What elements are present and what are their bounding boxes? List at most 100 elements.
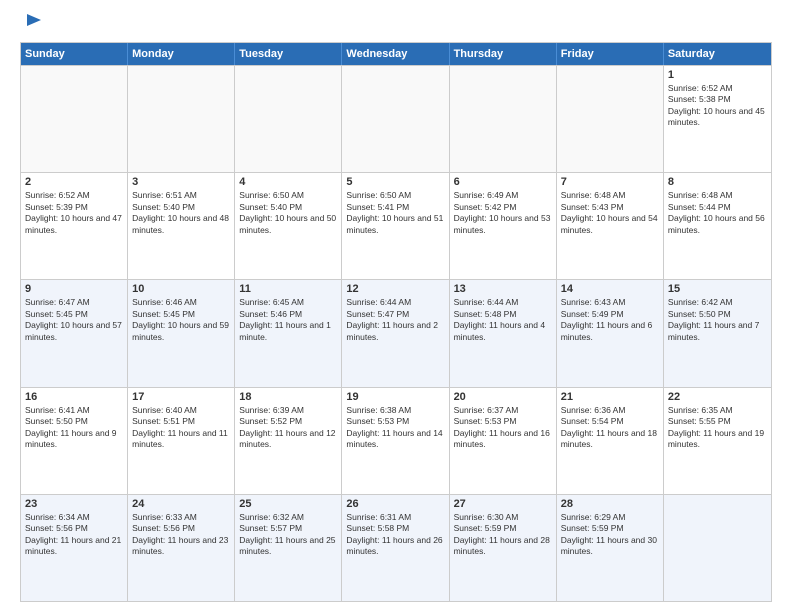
calendar-cell-r5-c3: 25Sunrise: 6:32 AM Sunset: 5:57 PM Dayli… xyxy=(235,495,342,601)
day-info: Sunrise: 6:49 AM Sunset: 5:42 PM Dayligh… xyxy=(454,190,552,236)
day-info: Sunrise: 6:40 AM Sunset: 5:51 PM Dayligh… xyxy=(132,405,230,451)
day-number: 21 xyxy=(561,391,659,403)
calendar-cell-r5-c2: 24 Sunrise: 6:33 AM Sunset: 5:56 PM Dayli… xyxy=(128,495,235,601)
calendar-cell-r4-c3: 18 Sunrise: 6:39 AM Sunset: 5:52 PM Dayli… xyxy=(235,388,342,494)
day-number: 5 xyxy=(346,176,444,188)
day-number: 26 xyxy=(346,498,444,510)
calendar: Sunday Monday Tuesday Wednesday Thursday… xyxy=(20,42,772,602)
day-number: 8 xyxy=(668,176,767,188)
day-number: 18 xyxy=(239,391,337,403)
day-number: 1 xyxy=(668,69,767,81)
day-info: Sunrise: 6:41 AM Sunset: 5:50 PM Dayligh… xyxy=(25,405,123,451)
header-friday: Friday xyxy=(557,43,664,65)
header-tuesday: Tuesday xyxy=(235,43,342,65)
day-number: 2 xyxy=(25,176,123,188)
day-info: Sunrise: 6:35 AM Sunset: 5:55 PM Dayligh… xyxy=(668,405,767,451)
day-number: 23 xyxy=(25,498,123,510)
header-monday: Monday xyxy=(128,43,235,65)
page: Sunday Monday Tuesday Wednesday Thursday… xyxy=(0,0,792,612)
day-number: 16 xyxy=(25,391,123,403)
calendar-cell-r1-c4 xyxy=(342,66,449,172)
calendar-row-4: 16 Sunrise: 6:41 AM Sunset: 5:50 PM Dayli… xyxy=(21,387,771,494)
day-number: 20 xyxy=(454,391,552,403)
day-info: Sunrise: 6:44 AM Sunset: 5:48 PM Dayligh… xyxy=(454,297,552,343)
day-number: 4 xyxy=(239,176,337,188)
day-info: Sunrise: 6:32 AM Sunset: 5:57 PM Dayligh… xyxy=(239,512,337,558)
calendar-cell-r1-c5 xyxy=(450,66,557,172)
calendar-cell-r1-c6 xyxy=(557,66,664,172)
calendar-row-2: 2 Sunrise: 6:52 AM Sunset: 5:39 PM Daylig… xyxy=(21,172,771,279)
calendar-cell-r2-c2: 3 Sunrise: 6:51 AM Sunset: 5:40 PM Daylig… xyxy=(128,173,235,279)
day-info: Sunrise: 6:46 AM Sunset: 5:45 PM Dayligh… xyxy=(132,297,230,343)
calendar-row-5: 23 Sunrise: 6:34 AM Sunset: 5:56 PM Dayli… xyxy=(21,494,771,601)
calendar-cell-r3-c6: 14 Sunrise: 6:43 AM Sunset: 5:49 PM Dayli… xyxy=(557,280,664,386)
calendar-cell-r4-c7: 22 Sunrise: 6:35 AM Sunset: 5:55 PM Dayli… xyxy=(664,388,771,494)
calendar-cell-r3-c1: 9 Sunrise: 6:47 AM Sunset: 5:45 PM Daylig… xyxy=(21,280,128,386)
day-number: 14 xyxy=(561,283,659,295)
day-info: Sunrise: 6:31 AM Sunset: 5:58 PM Dayligh… xyxy=(346,512,444,558)
day-info: Sunrise: 6:47 AM Sunset: 5:45 PM Dayligh… xyxy=(25,297,123,343)
calendar-cell-r5-c7 xyxy=(664,495,771,601)
day-info: Sunrise: 6:48 AM Sunset: 5:44 PM Dayligh… xyxy=(668,190,767,236)
calendar-body: 1 Sunrise: 6:52 AM Sunset: 5:38 PM Daylig… xyxy=(21,65,771,601)
day-info: Sunrise: 6:44 AM Sunset: 5:47 PM Dayligh… xyxy=(346,297,444,343)
day-number: 12 xyxy=(346,283,444,295)
day-number: 9 xyxy=(25,283,123,295)
day-number: 15 xyxy=(668,283,767,295)
calendar-header: Sunday Monday Tuesday Wednesday Thursday… xyxy=(21,43,771,65)
calendar-cell-r5-c5: 27 Sunrise: 6:30 AM Sunset: 5:59 PM Dayli… xyxy=(450,495,557,601)
calendar-cell-r4-c4: 19 Sunrise: 6:38 AM Sunset: 5:53 PM Dayli… xyxy=(342,388,449,494)
day-number: 17 xyxy=(132,391,230,403)
calendar-cell-r5-c1: 23 Sunrise: 6:34 AM Sunset: 5:56 PM Dayli… xyxy=(21,495,128,601)
calendar-cell-r4-c6: 21Sunrise: 6:36 AM Sunset: 5:54 PM Dayli… xyxy=(557,388,664,494)
day-info: Sunrise: 6:52 AM Sunset: 5:39 PM Dayligh… xyxy=(25,190,123,236)
day-number: 22 xyxy=(668,391,767,403)
day-info: Sunrise: 6:37 AM Sunset: 5:53 PM Dayligh… xyxy=(454,405,552,451)
calendar-cell-r3-c4: 12 Sunrise: 6:44 AM Sunset: 5:47 PM Dayli… xyxy=(342,280,449,386)
day-number: 19 xyxy=(346,391,444,403)
day-info: Sunrise: 6:42 AM Sunset: 5:50 PM Dayligh… xyxy=(668,297,767,343)
day-info: Sunrise: 6:34 AM Sunset: 5:56 PM Dayligh… xyxy=(25,512,123,558)
day-number: 7 xyxy=(561,176,659,188)
day-info: Sunrise: 6:52 AM Sunset: 5:38 PM Dayligh… xyxy=(668,83,767,129)
calendar-cell-r3-c5: 13 Sunrise: 6:44 AM Sunset: 5:48 PM Dayli… xyxy=(450,280,557,386)
calendar-cell-r4-c1: 16 Sunrise: 6:41 AM Sunset: 5:50 PM Dayli… xyxy=(21,388,128,494)
calendar-cell-r1-c2 xyxy=(128,66,235,172)
day-number: 3 xyxy=(132,176,230,188)
calendar-cell-r2-c6: 7Sunrise: 6:48 AM Sunset: 5:43 PM Daylig… xyxy=(557,173,664,279)
calendar-cell-r1-c3 xyxy=(235,66,342,172)
calendar-cell-r5-c4: 26 Sunrise: 6:31 AM Sunset: 5:58 PM Dayli… xyxy=(342,495,449,601)
day-number: 13 xyxy=(454,283,552,295)
day-number: 11 xyxy=(239,283,337,295)
day-info: Sunrise: 6:38 AM Sunset: 5:53 PM Dayligh… xyxy=(346,405,444,451)
calendar-cell-r3-c7: 15 Sunrise: 6:42 AM Sunset: 5:50 PM Dayli… xyxy=(664,280,771,386)
logo xyxy=(20,16,41,34)
calendar-cell-r2-c1: 2 Sunrise: 6:52 AM Sunset: 5:39 PM Daylig… xyxy=(21,173,128,279)
day-info: Sunrise: 6:51 AM Sunset: 5:40 PM Dayligh… xyxy=(132,190,230,236)
header xyxy=(20,16,772,34)
day-info: Sunrise: 6:33 AM Sunset: 5:56 PM Dayligh… xyxy=(132,512,230,558)
day-info: Sunrise: 6:39 AM Sunset: 5:52 PM Dayligh… xyxy=(239,405,337,451)
day-number: 6 xyxy=(454,176,552,188)
header-wednesday: Wednesday xyxy=(342,43,449,65)
header-sunday: Sunday xyxy=(21,43,128,65)
day-info: Sunrise: 6:50 AM Sunset: 5:40 PM Dayligh… xyxy=(239,190,337,236)
header-thursday: Thursday xyxy=(450,43,557,65)
day-number: 24 xyxy=(132,498,230,510)
day-info: Sunrise: 6:45 AM Sunset: 5:46 PM Dayligh… xyxy=(239,297,337,343)
calendar-cell-r4-c2: 17 Sunrise: 6:40 AM Sunset: 5:51 PM Dayli… xyxy=(128,388,235,494)
logo-flag-icon xyxy=(23,14,41,36)
calendar-cell-r1-c1 xyxy=(21,66,128,172)
day-info: Sunrise: 6:50 AM Sunset: 5:41 PM Dayligh… xyxy=(346,190,444,236)
day-info: Sunrise: 6:30 AM Sunset: 5:59 PM Dayligh… xyxy=(454,512,552,558)
header-saturday: Saturday xyxy=(664,43,771,65)
day-info: Sunrise: 6:29 AM Sunset: 5:59 PM Dayligh… xyxy=(561,512,659,558)
calendar-cell-r2-c4: 5 Sunrise: 6:50 AM Sunset: 5:41 PM Daylig… xyxy=(342,173,449,279)
calendar-cell-r5-c6: 28 Sunrise: 6:29 AM Sunset: 5:59 PM Dayli… xyxy=(557,495,664,601)
calendar-cell-r1-c7: 1 Sunrise: 6:52 AM Sunset: 5:38 PM Daylig… xyxy=(664,66,771,172)
calendar-row-3: 9 Sunrise: 6:47 AM Sunset: 5:45 PM Daylig… xyxy=(21,279,771,386)
day-number: 28 xyxy=(561,498,659,510)
day-number: 27 xyxy=(454,498,552,510)
day-info: Sunrise: 6:43 AM Sunset: 5:49 PM Dayligh… xyxy=(561,297,659,343)
calendar-cell-r2-c7: 8 Sunrise: 6:48 AM Sunset: 5:44 PM Daylig… xyxy=(664,173,771,279)
